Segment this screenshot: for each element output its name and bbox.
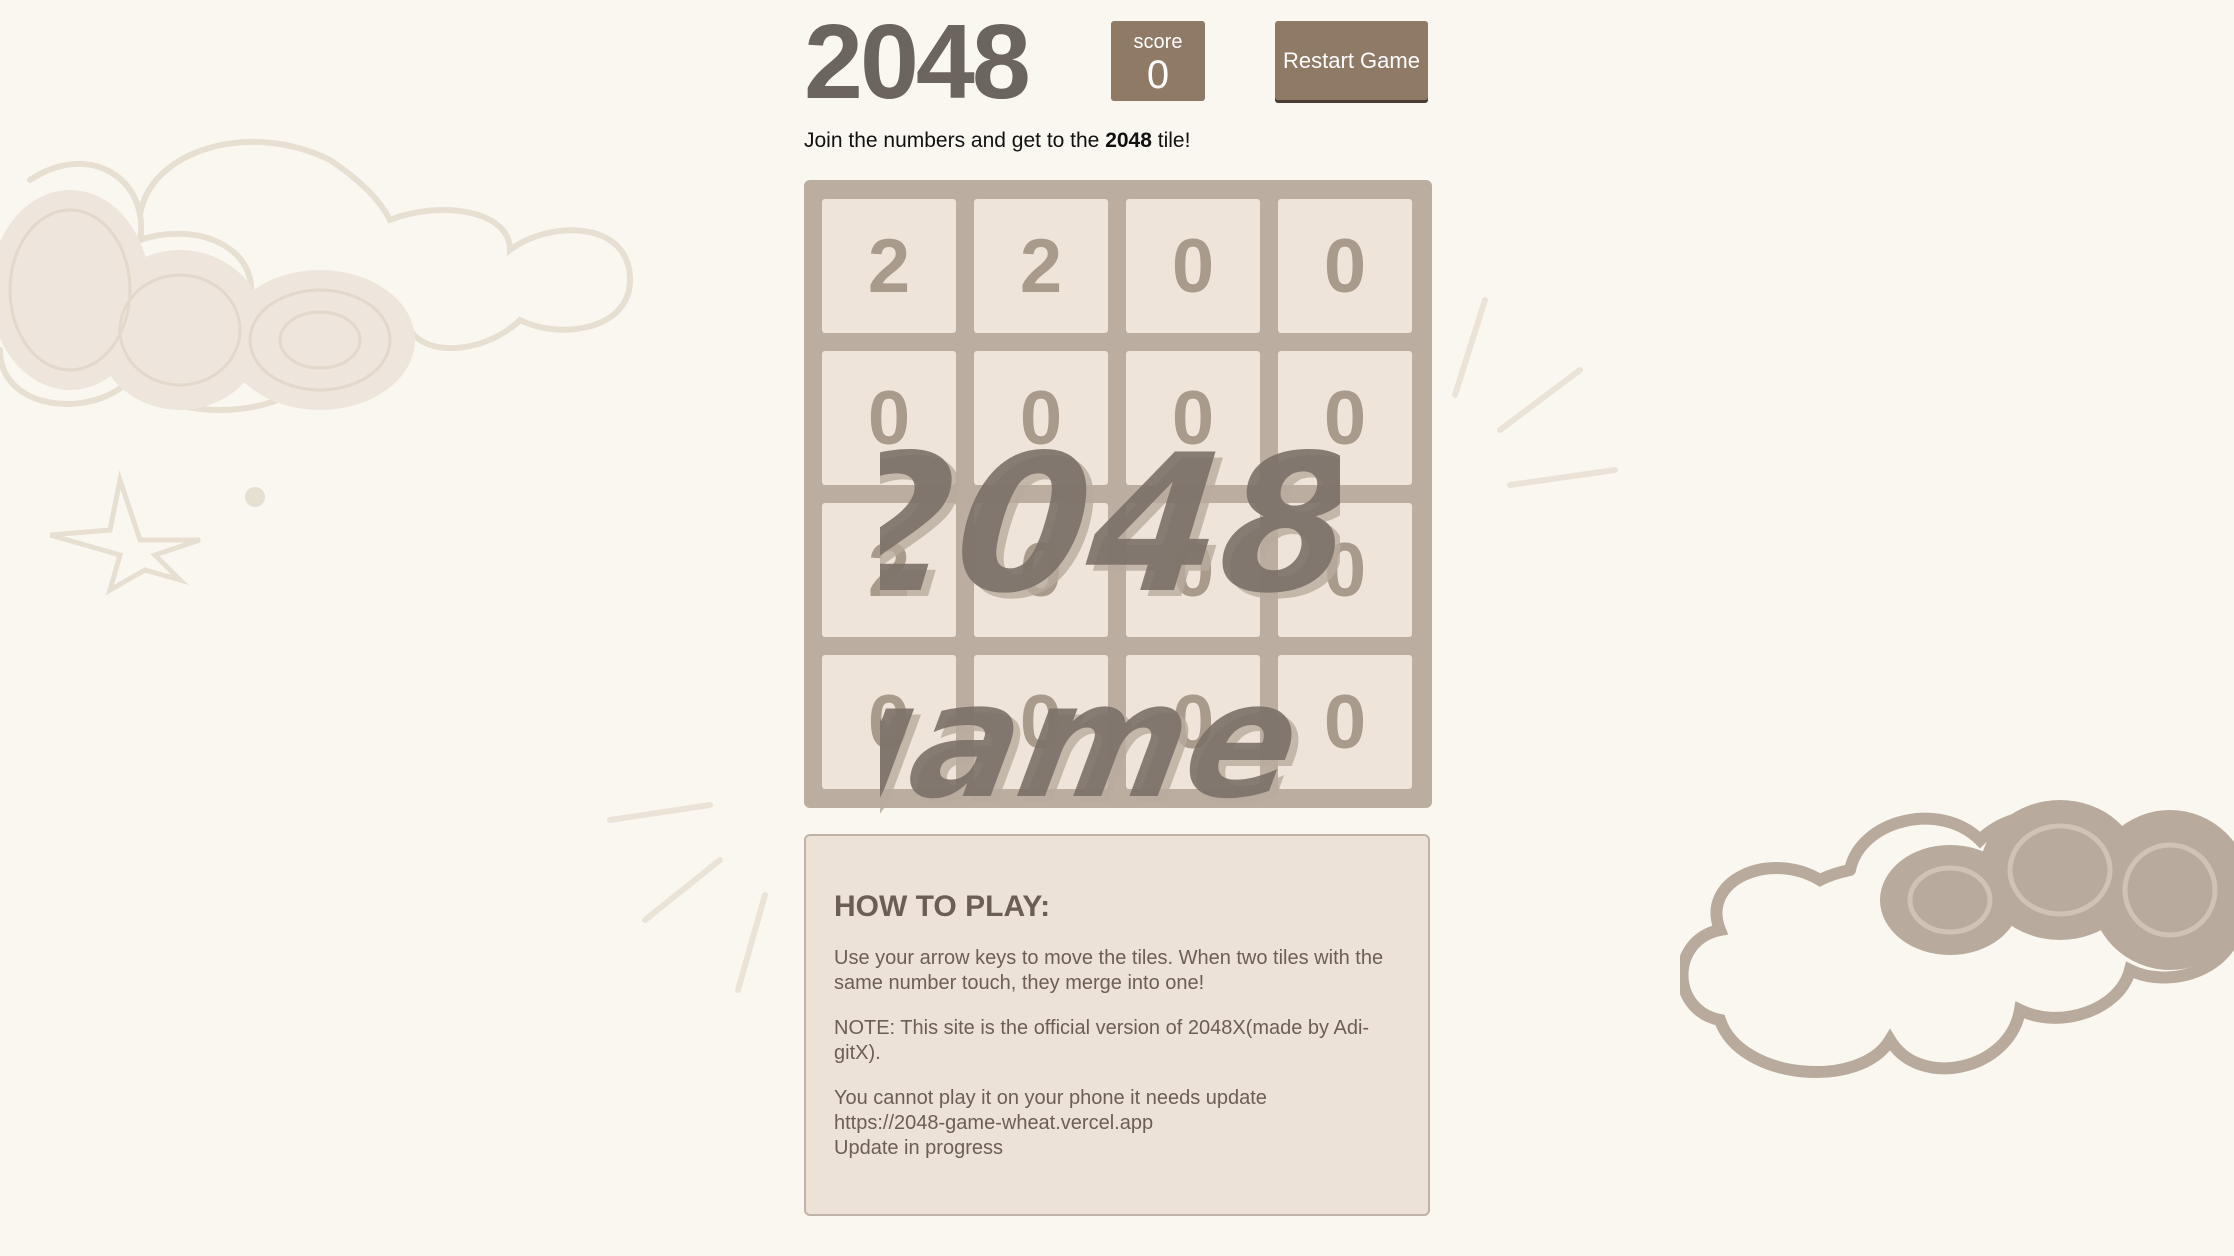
score-box: score 0 bbox=[1111, 21, 1205, 101]
tile: 2 bbox=[974, 199, 1108, 333]
logo-text-2048: 2048 bbox=[880, 413, 1340, 634]
intro-prefix: Join the numbers and get to the bbox=[804, 129, 1106, 152]
game-title: 2048 bbox=[804, 3, 1031, 121]
update-status: Update in progress bbox=[834, 1137, 1003, 1159]
intro-highlight: 2048 bbox=[1105, 129, 1152, 152]
instructions-text: Use your arrow keys to move the tiles. W… bbox=[834, 947, 1384, 994]
score-label: score bbox=[1133, 31, 1183, 53]
cloud-doodle-right bbox=[1680, 800, 2234, 1079]
tile: 0 bbox=[1126, 199, 1260, 333]
logo-text-game: game bbox=[880, 648, 1313, 835]
score-value: 0 bbox=[1146, 53, 1170, 97]
dash-doodles-right bbox=[1452, 297, 1618, 488]
dash-doodles-left bbox=[607, 802, 768, 993]
intro-suffix: tile! bbox=[1151, 129, 1191, 152]
note-text: NOTE: This site is the official version … bbox=[834, 1017, 1370, 1064]
tile: 0 bbox=[1278, 199, 1412, 333]
intro-text: Join the numbers and get to the 2048 til… bbox=[804, 126, 1190, 156]
star-doodle bbox=[50, 470, 265, 596]
logo-overlay: 2048 2048 game game bbox=[880, 413, 1340, 840]
update-notice: You cannot play it on your phone it need… bbox=[834, 1086, 1400, 1161]
tile: 2 bbox=[822, 199, 956, 333]
phone-notice: You cannot play it on your phone it need… bbox=[834, 1087, 1267, 1109]
restart-game-button[interactable]: Restart Game bbox=[1275, 21, 1428, 100]
site-url: https://2048-game-wheat.vercel.app bbox=[834, 1112, 1154, 1134]
cloud-doodle-left bbox=[0, 138, 634, 413]
